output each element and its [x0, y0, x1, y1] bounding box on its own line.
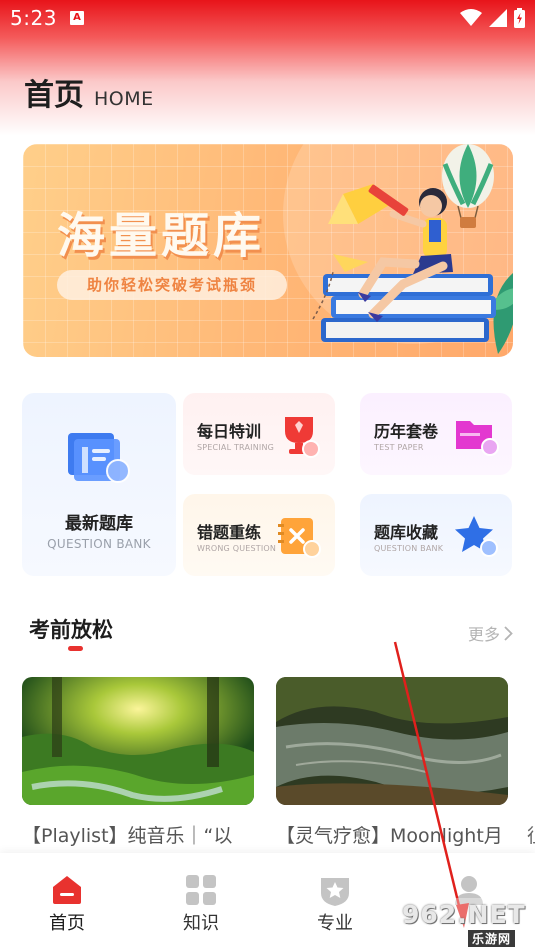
latest-question-bank-card[interactable]: 最新题库 QUESTION BANK [22, 393, 176, 576]
card-title: 题库收藏 [374, 523, 439, 542]
tab-knowledge[interactable]: 知识 [134, 853, 268, 952]
home-icon [53, 876, 81, 904]
video-title: 【Playlist】纯音乐｜“以 [22, 825, 233, 847]
tab-home[interactable]: 首页 [0, 853, 134, 952]
card-title: 错题重练 [197, 523, 262, 542]
forest-stream-thumbnail [22, 677, 254, 805]
page-title: 首页 [24, 78, 84, 113]
tab-major[interactable]: 专业 [268, 853, 402, 952]
student-reading-illustration [312, 144, 513, 354]
card-title: 历年套卷 [374, 422, 439, 441]
status-bar: 5:23 A [0, 0, 535, 36]
watermark-logo: 962.NET 乐游网 [396, 898, 535, 948]
more-label: 更多 [467, 625, 500, 644]
past-papers-card[interactable]: 历年套卷 TEST PAPER [360, 393, 512, 475]
tab-label: 专业 [317, 913, 353, 934]
page-subtitle: HOME [94, 88, 154, 110]
watermark-sub-text: 乐游网 [468, 930, 516, 947]
trophy-icon [285, 417, 320, 458]
video-thumbnail [22, 677, 254, 805]
tab-label: 首页 [49, 913, 85, 934]
promo-banner[interactable]: 海量题库 助你轻松突破考试瓶颈 [23, 144, 513, 357]
notification-badge-icon: A [70, 11, 84, 25]
favorites-card[interactable]: 题库收藏 QUESTION BANK [360, 494, 512, 576]
chevron-right-icon [504, 625, 513, 641]
card-subtitle: TEST PAPER [374, 443, 424, 452]
card-title: 最新题库 [65, 514, 133, 534]
section-title-underline [68, 646, 83, 651]
video-title: 【灵气疗愈】Moonlight月 [276, 825, 503, 847]
banner-tagline: 助你轻松突破考试瓶颈 [57, 270, 287, 300]
video-card[interactable]: 【Playlist】纯音乐｜“以 [22, 677, 254, 848]
status-icons [460, 8, 525, 28]
signal-icon [489, 9, 507, 27]
daily-training-card[interactable]: 每日特训 SPECIAL TRAINING [183, 393, 335, 475]
card-subtitle: SPECIAL TRAINING [197, 443, 275, 452]
wrong-questions-card[interactable]: 错题重练 WRONG QUESTION [183, 494, 335, 576]
section-title: 考前放松 [29, 618, 113, 642]
folder-icon [456, 421, 499, 456]
more-link[interactable]: 更多 [468, 621, 513, 645]
next-video-title-peek: 徂 [527, 821, 535, 848]
question-bank-icon [68, 433, 130, 483]
star-icon [455, 516, 498, 557]
battery-icon [514, 8, 525, 28]
wifi-icon [460, 9, 482, 26]
tab-label: 知识 [183, 913, 219, 934]
shield-star-icon [321, 878, 349, 906]
page-header: 首页 HOME [24, 70, 154, 114]
card-title: 每日特训 [197, 422, 262, 441]
banner-title: 海量题库 [57, 208, 266, 264]
video-card[interactable]: 【灵气疗愈】Moonlight月 [276, 677, 508, 848]
card-subtitle: QUESTION BANK [374, 544, 444, 553]
dark-stream-thumbnail [276, 677, 508, 805]
status-time: 5:23 [10, 6, 57, 30]
notebook-x-icon [278, 518, 321, 558]
video-thumbnail [276, 677, 508, 805]
card-subtitle: WRONG QUESTION [197, 544, 277, 553]
grid-icon [186, 875, 216, 905]
watermark-main-text: 962.NET [402, 900, 526, 929]
card-subtitle: QUESTION BANK [47, 537, 151, 551]
